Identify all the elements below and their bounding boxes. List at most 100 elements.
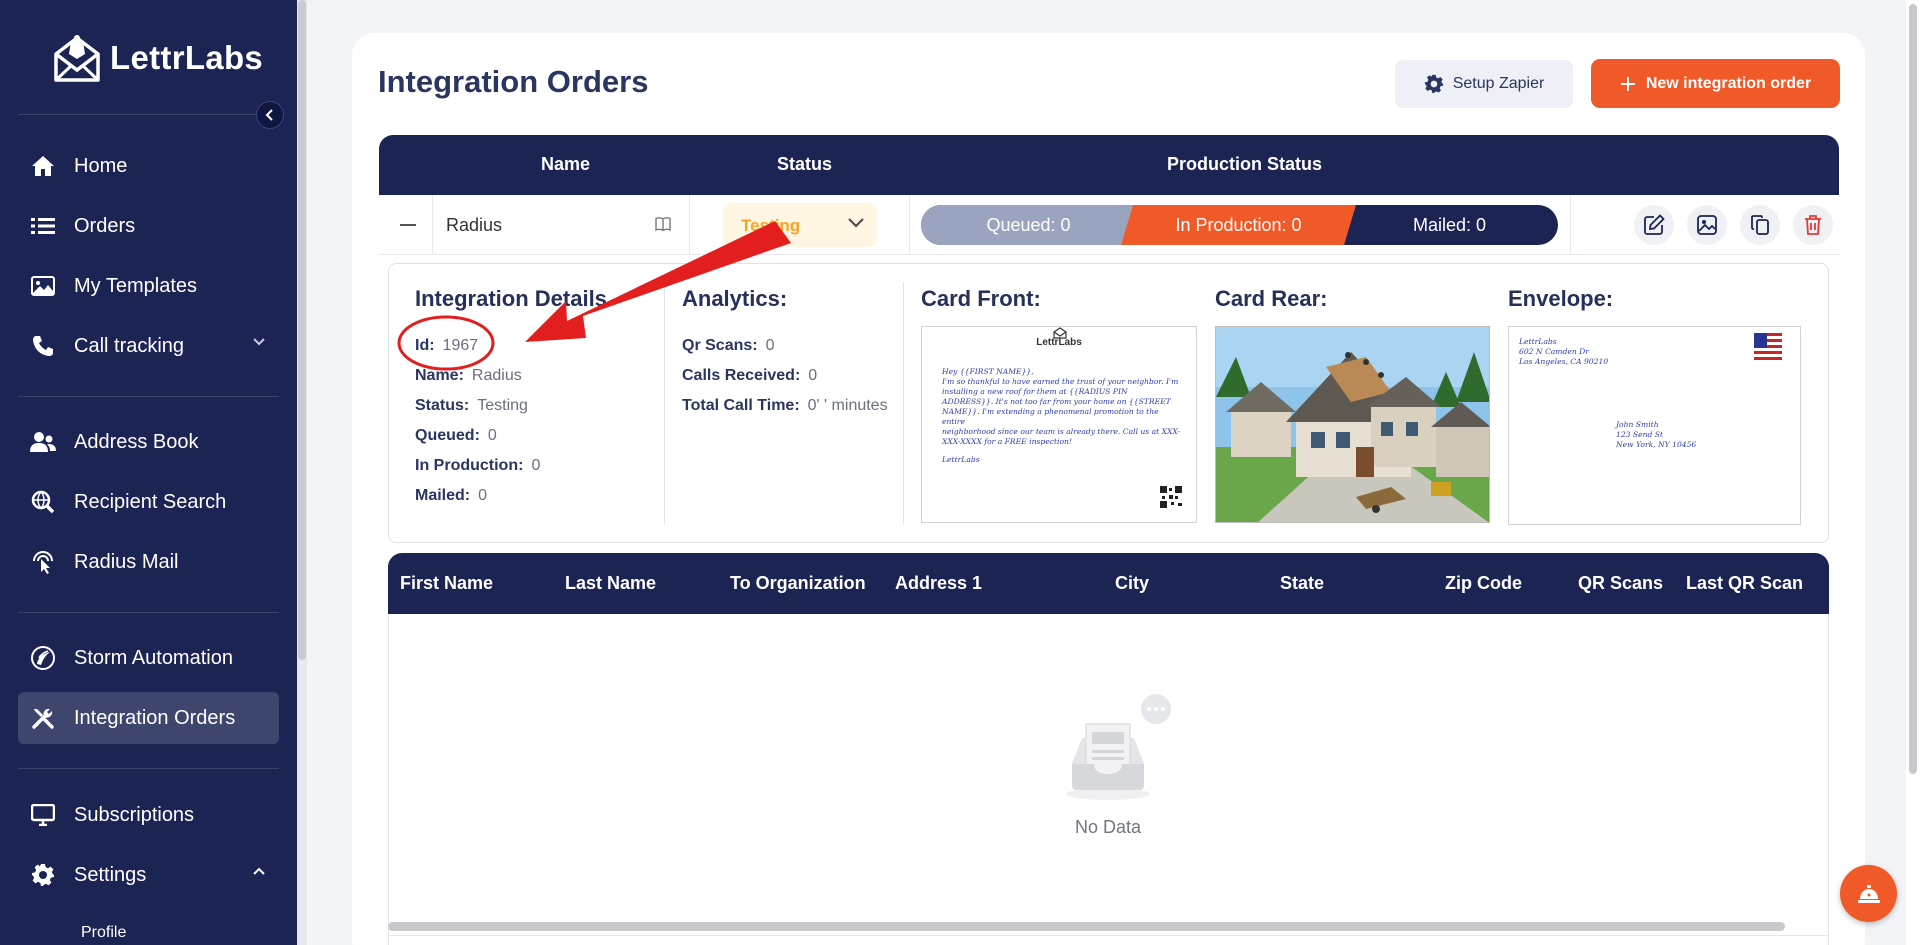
analytics-calls-received: Calls Received: 0 — [682, 367, 818, 384]
new-integration-order-button[interactable]: New integration order — [1591, 59, 1840, 108]
divider — [18, 396, 279, 397]
column-header-state: State — [1280, 573, 1325, 593]
image-icon — [30, 273, 56, 299]
sidebar-item-orders[interactable]: Orders — [18, 200, 279, 252]
envelope-logo-icon — [1053, 327, 1067, 339]
edit-icon — [1644, 214, 1665, 235]
flag-stamp-icon — [1754, 333, 1782, 363]
orders-table-header: Name Status Production Status — [379, 135, 1839, 195]
envelope-logo-icon — [54, 35, 100, 82]
chevron-up-icon — [253, 867, 265, 875]
app-logo[interactable]: LettrLabs — [52, 32, 263, 84]
table-row: Radius Testing Queued: 0 Mailed: 0 In Pr… — [379, 195, 1839, 255]
sidebar-item-call-tracking[interactable]: Call tracking — [18, 320, 279, 372]
sidebar-item-label: Orders — [74, 214, 136, 237]
sidebar-item-label: Address Book — [74, 430, 199, 453]
images-button[interactable] — [1687, 205, 1727, 245]
analytics-heading: Analytics: — [682, 286, 788, 311]
analytics-total-call-time: Total Call Time: 0' ' minutes — [682, 397, 888, 414]
phone-icon — [30, 333, 56, 359]
sidebar-item-label: Settings — [74, 863, 147, 886]
sidebar-item-subscriptions[interactable]: Subscriptions — [18, 789, 279, 841]
sidebar-item-label: Subscriptions — [74, 803, 195, 826]
new-integration-order-label: New integration order — [1645, 74, 1812, 92]
collapse-sidebar-button[interactable] — [256, 101, 284, 129]
card-front-preview[interactable]: LettrLabs Hey {{FIRST NAME}}, I'm so tha… — [921, 326, 1197, 523]
detail-mailed: Mailed: 0 — [415, 487, 488, 504]
detail-id: Id: 1967 — [415, 337, 479, 354]
column-header-last-name: Last Name — [565, 573, 657, 593]
sidebar-item-label: Recipient Search — [74, 490, 227, 513]
duplicate-button[interactable] — [1740, 205, 1780, 245]
sidebar-item-my-templates[interactable]: My Templates — [18, 260, 279, 312]
sidebar-scrollbar[interactable] — [297, 0, 307, 945]
card-front-heading: Card Front: — [921, 286, 1041, 311]
house-roofing-image — [1216, 327, 1489, 522]
sidebar-item-settings[interactable]: Settings — [18, 849, 279, 901]
sidebar-item-integration-orders[interactable]: Integration Orders — [18, 692, 279, 744]
plus-icon — [1620, 76, 1635, 91]
open-book-icon[interactable] — [654, 215, 672, 233]
scrollbar-thumb[interactable] — [298, 0, 306, 660]
home-icon — [30, 153, 56, 179]
card-rear-heading: Card Rear: — [1215, 286, 1328, 311]
sidebar-item-recipient-search[interactable]: Recipient Search — [18, 476, 279, 528]
mailed-segment: Mailed: 0 — [1412, 214, 1487, 235]
sidebar-item-address-book[interactable]: Address Book — [18, 416, 279, 468]
column-header-city: City — [1115, 573, 1150, 593]
scrollbar-thumb[interactable] — [1909, 4, 1917, 774]
users-icon — [30, 429, 56, 455]
card-rear-preview[interactable] — [1215, 326, 1490, 523]
page-scrollbar[interactable] — [1906, 0, 1920, 945]
list-icon — [30, 213, 56, 239]
sidebar-subitem-profile[interactable]: Profile — [81, 924, 126, 942]
divider — [18, 768, 279, 769]
storm-icon — [30, 645, 56, 671]
envelope-return-address: LettrLabs 602 N Camden Dr Los Angeles, C… — [1519, 337, 1609, 366]
envelope-preview[interactable]: LettrLabs 602 N Camden Dr Los Angeles, C… — [1508, 326, 1801, 525]
gear-icon — [1424, 74, 1443, 94]
envelope-recipient-address: John Smith 123 Send St New York, NY 1045… — [1616, 420, 1697, 449]
integration-details-heading: Integration Details — [415, 286, 607, 311]
image-icon — [1697, 215, 1717, 235]
table-horizontal-scrollbar[interactable] — [388, 922, 1785, 931]
status-select[interactable]: Testing — [723, 203, 877, 247]
column-header-address-1: Address 1 — [895, 573, 983, 593]
sidebar-item-radius-mail[interactable]: Radius Mail — [18, 536, 279, 588]
column-header-zip-code: Zip Code — [1445, 573, 1522, 593]
order-name: Radius — [446, 215, 503, 235]
collapse-row-button[interactable] — [400, 224, 416, 226]
monitor-icon — [30, 802, 56, 828]
detail-name: Name: Radius — [415, 367, 522, 384]
sidebar-item-storm-automation[interactable]: Storm Automation — [18, 632, 279, 684]
queued-segment: Queued: 0 — [921, 205, 1136, 245]
divider — [18, 612, 279, 613]
envelope-heading: Envelope: — [1508, 286, 1614, 311]
column-header-qr-scans: QR Scans — [1578, 573, 1664, 593]
radius-pointer-icon — [30, 549, 56, 575]
chevron-left-icon — [265, 109, 273, 121]
setup-zapier-label: Setup Zapier — [1452, 75, 1545, 92]
detail-status: Status: Testing — [415, 397, 528, 414]
search-globe-icon — [30, 489, 56, 515]
recipients-table-header: First Name Last Name To Organization Add… — [388, 553, 1829, 614]
app-name: LettrLabs — [110, 39, 264, 76]
sidebar-item-label: Radius Mail — [74, 550, 179, 573]
tools-icon — [30, 705, 56, 731]
sidebar-item-home[interactable]: Home — [18, 140, 279, 192]
service-bell-icon — [1857, 884, 1880, 903]
column-header-production-status: Production Status — [1167, 154, 1323, 174]
column-header-to-organization: To Organization — [730, 573, 866, 593]
edit-button[interactable] — [1634, 205, 1674, 245]
detail-in-production: In Production: 0 — [415, 457, 541, 474]
in-production-segment: In Production: 0 — [1121, 205, 1356, 245]
column-header-last-qr-scan: Last QR Scan — [1686, 573, 1804, 593]
no-data-text: No Data — [1075, 817, 1142, 837]
trash-icon — [1805, 215, 1821, 235]
empty-inbox-icon — [1066, 694, 1171, 800]
production-status-bar: Queued: 0 Mailed: 0 In Production: 0 — [921, 205, 1558, 245]
delete-button[interactable] — [1793, 205, 1833, 245]
column-header-first-name: First Name — [400, 573, 494, 593]
setup-zapier-button[interactable]: Setup Zapier — [1395, 60, 1573, 108]
help-bell-button[interactable] — [1840, 865, 1897, 922]
